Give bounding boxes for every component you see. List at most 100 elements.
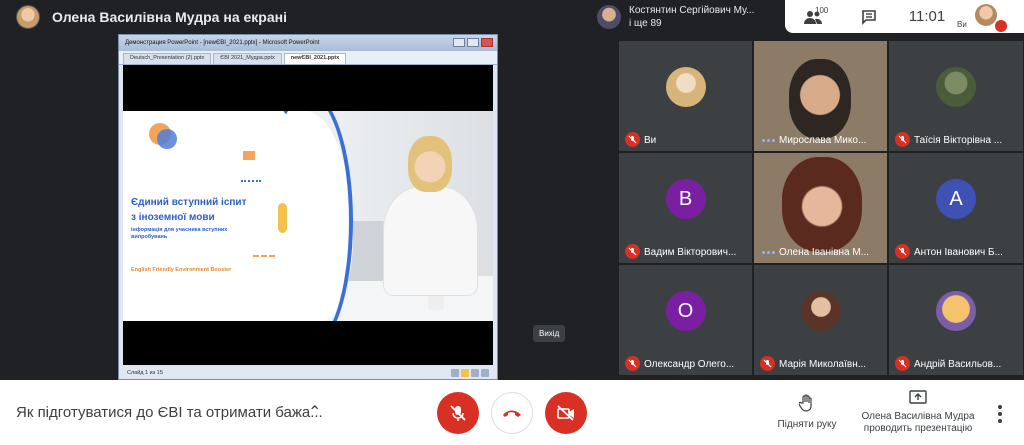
presenting-status: проводить презентацію	[863, 423, 973, 434]
participant-photo	[936, 291, 976, 332]
presentation-status-button[interactable]: Олена Василівна Мудра проводить презента…	[858, 390, 978, 435]
close-icon	[481, 38, 493, 47]
self-avatar	[975, 4, 997, 26]
muted-icon	[995, 20, 1007, 32]
decor-squiggle	[241, 176, 261, 182]
presenter-header: Олена Василівна Мудра на екрані	[16, 4, 287, 30]
participant-name: Костянтин Сергійович Му...	[629, 4, 755, 16]
slide-counter: Слайд 1 из 15	[127, 370, 163, 376]
document-tabs: Deutsch_Presentation (2).pptx ЄВІ 2021_М…	[119, 51, 497, 65]
presenter-avatar	[16, 5, 40, 29]
mic-off-icon	[895, 132, 910, 147]
participant-name: Марія Миколаївн...	[779, 359, 867, 370]
participant-tile[interactable]: Олена Іванівна М...	[753, 152, 888, 264]
participant-avatar	[597, 4, 621, 29]
woman-image	[383, 186, 478, 296]
minimize-icon	[453, 38, 465, 47]
participant-video	[789, 59, 851, 139]
doc-tab: ЄВІ 2021_Мудра.pptx	[213, 53, 282, 64]
participant-tile[interactable]: Ви	[618, 40, 753, 152]
participant-more: і ще 89	[629, 17, 662, 29]
participant-tile[interactable]: А Антон Іванович Б...	[888, 152, 1024, 264]
hangup-icon	[503, 410, 521, 417]
camera-toggle-button[interactable]	[545, 392, 587, 434]
participant-tile[interactable]: Таїсія Вікторівна ...	[888, 40, 1024, 152]
participant-letter-avatar: А	[936, 179, 976, 220]
slide-subtitle: інформація для учасника вступних випробу…	[131, 227, 228, 240]
view-icon	[481, 369, 489, 377]
participant-tile[interactable]: Андрій Васильов...	[888, 264, 1024, 376]
self-label: Ви	[957, 20, 967, 29]
participant-tile[interactable]: О Олександр Олего...	[618, 264, 753, 376]
mic-off-icon	[625, 244, 640, 259]
participant-name: Андрій Васильов...	[914, 359, 1002, 370]
slide-title-line2: з іноземної мови	[131, 212, 215, 223]
more-options-button[interactable]	[994, 404, 1006, 424]
decor-circle	[157, 129, 177, 149]
leave-call-button[interactable]	[491, 392, 533, 434]
chat-button[interactable]	[841, 0, 897, 33]
speaking-icon	[762, 139, 775, 142]
letterbox-bottom	[123, 321, 493, 365]
presenting-name: Олена Василівна Мудра	[861, 411, 975, 422]
mic-off-icon	[625, 356, 640, 371]
decor-zigzag	[253, 249, 275, 257]
window-title: Демонстрация PowerPoint - [newЄВІ_2021.p…	[125, 40, 320, 46]
top-controls: 100 11:01 Ви	[785, 0, 1024, 33]
bottom-bar: Як підготуватися до ЄВІ та отримати бажа…	[0, 380, 1024, 445]
participant-letter-avatar: О	[665, 291, 706, 332]
decor-square	[243, 151, 255, 160]
participant-name: Олена Іванівна М...	[779, 247, 870, 258]
window-controls	[453, 38, 493, 47]
chat-icon	[862, 9, 876, 25]
mic-toggle-button[interactable]	[437, 392, 479, 434]
meeting-stage: Олена Василівна Мудра на екрані Демонстр…	[0, 0, 1024, 380]
window-title-bar: Демонстрация PowerPoint - [newЄВІ_2021.p…	[119, 35, 497, 51]
exit-tooltip: Вихід	[533, 325, 566, 342]
camera-off-icon	[557, 405, 574, 421]
cup-image	[428, 296, 444, 310]
raise-hand-button[interactable]: Підняти руку	[772, 394, 842, 430]
participant-name: Антон Іванович Б...	[914, 247, 1003, 258]
wave-line	[263, 111, 353, 321]
raise-hand-label: Підняти руку	[777, 419, 837, 430]
self-view[interactable]: Ви	[957, 0, 1012, 33]
participant-tile[interactable]: Мирослава Мико...	[753, 40, 888, 152]
clock: 11:01	[908, 8, 946, 25]
participant-name: Таїсія Вікторівна ...	[914, 135, 1003, 146]
active-participant[interactable]: Костянтин Сергійович Му... і ще 89	[593, 0, 778, 33]
meeting-title[interactable]: Як підготуватися до ЄВІ та отримати бажа…	[16, 404, 323, 421]
view-icons	[451, 369, 489, 377]
slide-footer: English Friendly Environment Booster	[131, 267, 232, 273]
participant-name: Вадим Вікторович...	[644, 247, 737, 258]
mic-off-icon	[895, 244, 910, 259]
woman-head-image	[408, 136, 452, 192]
participant-tile[interactable]: В Вадим Вікторович...	[618, 152, 753, 264]
speaking-icon	[762, 251, 775, 254]
view-icon	[461, 369, 469, 377]
maximize-icon	[467, 38, 479, 47]
participant-photo	[936, 67, 976, 108]
slide-title-line1: Єдиний вступний іспит	[131, 197, 247, 208]
doc-tab-active: newЄВІ_2021.pptx	[283, 53, 347, 64]
participant-video	[782, 157, 862, 252]
mic-off-icon	[760, 356, 775, 371]
participant-name: Ви	[644, 135, 657, 146]
chevron-up-icon[interactable]: ⌃	[308, 402, 321, 422]
participant-grid: Ви Мирослава Мико... Таїсія Вікторівна .…	[618, 40, 1024, 376]
view-icon	[471, 369, 479, 377]
presenter-title: Олена Василівна Мудра на екрані	[52, 9, 287, 25]
people-button[interactable]: 100	[785, 0, 841, 33]
participant-name: Олександр Олего...	[644, 359, 735, 370]
shared-screen[interactable]: Демонстрация PowerPoint - [newЄВІ_2021.p…	[118, 34, 498, 380]
participant-tile[interactable]: Марія Миколаївн...	[753, 264, 888, 376]
decor-pill	[278, 203, 287, 233]
participant-photo	[800, 291, 841, 332]
presentation-slide: Єдиний вступний іспит з іноземної мови і…	[123, 111, 493, 321]
letterbox-top	[123, 65, 493, 111]
mic-off-icon	[895, 356, 910, 371]
view-icon	[451, 369, 459, 377]
present-screen-icon	[909, 390, 927, 404]
powerpoint-statusbar: Слайд 1 из 15	[123, 367, 493, 379]
participant-name: Мирослава Мико...	[779, 135, 867, 146]
